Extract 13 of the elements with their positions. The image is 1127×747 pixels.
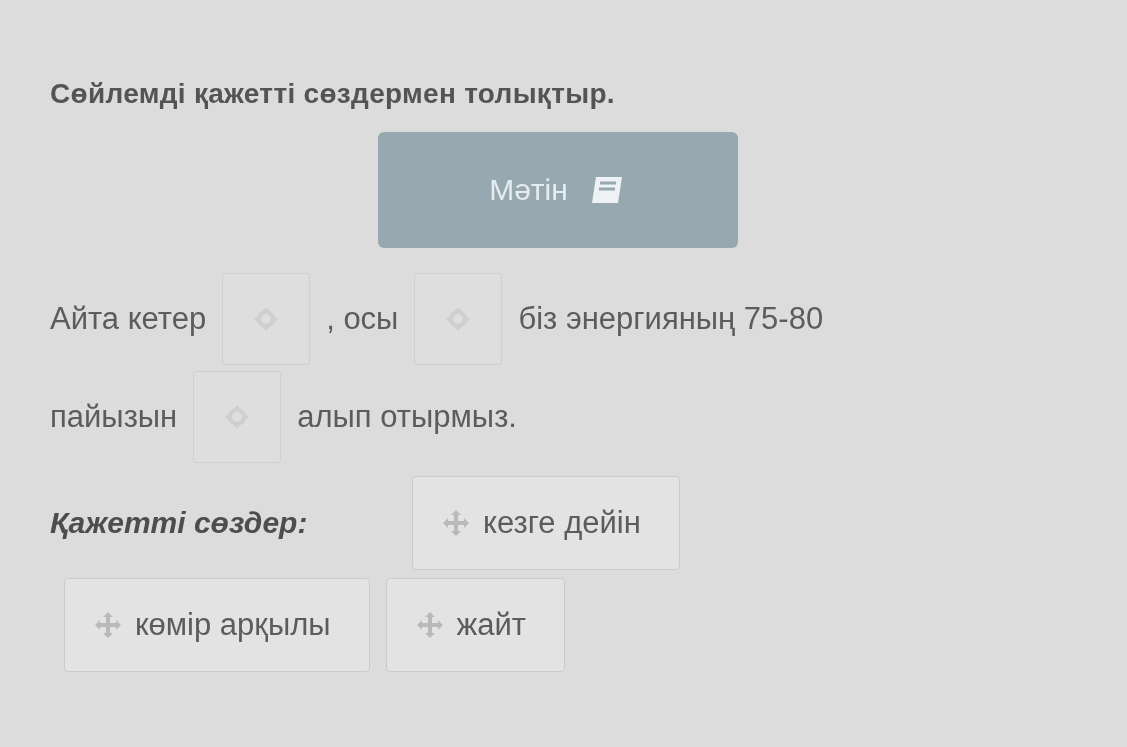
word-chip[interactable]: кезге дейін (412, 476, 680, 570)
sentence-text: , осы (326, 301, 399, 337)
sentence-text: Айта кетер (50, 301, 207, 337)
move-icon (416, 612, 443, 638)
word-bank-label: Қажетті сөздер: (50, 506, 309, 540)
word-chip[interactable]: көмір арқылы (64, 578, 370, 672)
move-icon (95, 612, 121, 638)
instruction-title: Сөйлемді қажетті сөздермен толықтыр. (50, 78, 616, 110)
sentence-text: пайызын (50, 399, 178, 435)
sentence-text: алып отырмыз. (297, 399, 517, 435)
word-chip[interactable]: жайт (385, 578, 566, 672)
move-icon (443, 510, 469, 536)
sentence-text: біз энергияның 75-80 (518, 301, 824, 337)
